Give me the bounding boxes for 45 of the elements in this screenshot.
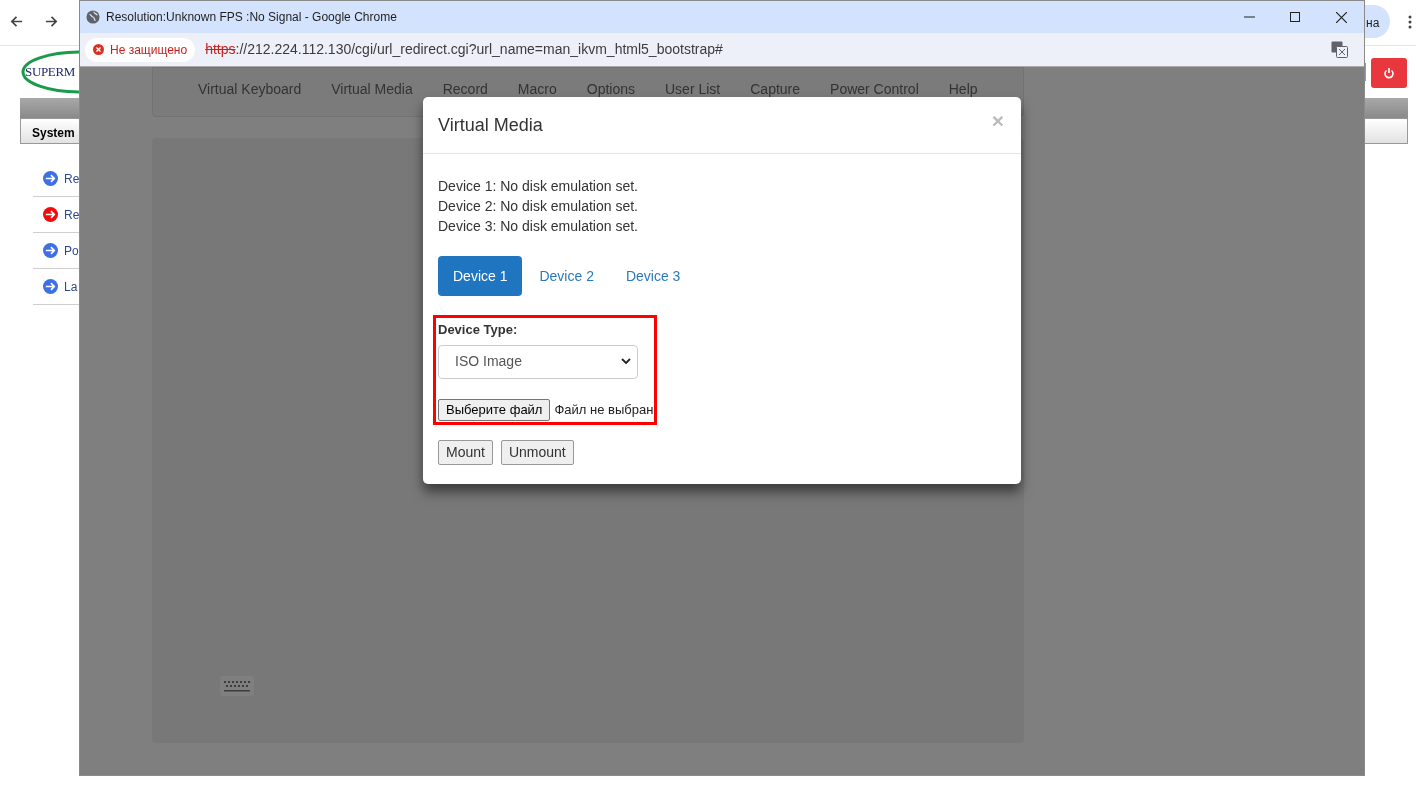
chevron-icon: [621, 358, 631, 365]
logo-text: SUPERM: [25, 65, 76, 78]
power-button[interactable]: [1371, 58, 1407, 88]
close-icon: [1335, 11, 1347, 23]
keyboard-icon[interactable]: [220, 676, 254, 696]
menu-item[interactable]: Record: [442, 79, 488, 100]
menu-item[interactable]: Macro: [517, 79, 557, 100]
menu-item[interactable]: User List: [665, 79, 721, 100]
sidebar-link[interactable]: Po: [64, 241, 79, 260]
warning-icon: [93, 44, 104, 55]
device-tab[interactable]: Device 1: [438, 256, 523, 296]
file-status: Файл не выбран: [554, 400, 654, 419]
menu-item[interactable]: Help: [948, 79, 978, 100]
back-icon[interactable]: [9, 14, 24, 29]
security-chip[interactable]: Не защищено: [85, 37, 196, 62]
menu-item[interactable]: Options: [586, 79, 635, 100]
sidebar-link[interactable]: La: [64, 277, 78, 296]
status-text: Device 3: No disk emulation set.: [438, 217, 638, 236]
window-title: Resolution:Unknown FPS :No Signal - Google Chrome: [106, 9, 397, 26]
url-text: https://212.224.112.130/cgi/url_redirect.cgi?url_name=man_ikvm_html5_bootstrap#: [205, 40, 723, 59]
modal-title: Virtual Media: [438, 113, 543, 137]
menu-icon[interactable]: [1408, 15, 1412, 29]
status-text: Device 1: No disk emulation set.: [438, 177, 638, 196]
file-button[interactable]: Выберите файл: [438, 398, 551, 421]
menu-tab[interactable]: System: [20, 118, 79, 144]
forward-icon[interactable]: [44, 14, 59, 29]
maximize-icon: [1290, 12, 1300, 22]
device-type-select[interactable]: ISO Image: [438, 344, 638, 379]
power-icon: [1383, 67, 1395, 79]
profile-chip[interactable]: на: [1365, 5, 1390, 38]
sidebar-link[interactable]: Re: [64, 169, 79, 188]
sidebar-link[interactable]: Re: [64, 205, 79, 224]
dialog-button[interactable]: Mount: [438, 439, 493, 465]
translate-icon[interactable]: [1331, 41, 1348, 58]
header-bar: [20, 98, 79, 118]
field-label: Device Type:: [438, 321, 518, 339]
status-text: Device 2: No disk emulation set.: [438, 197, 638, 216]
header-bar: [1365, 98, 1408, 118]
menu-item[interactable]: Virtual Media: [331, 79, 413, 100]
dialog-button[interactable]: Unmount: [500, 439, 574, 465]
minimize-icon: [1243, 16, 1255, 18]
menu-item[interactable]: Power Control: [830, 79, 919, 100]
tab-bar: [1365, 118, 1408, 144]
menu-item[interactable]: Virtual Keyboard: [198, 79, 302, 100]
menu-item[interactable]: Capture: [750, 79, 801, 100]
